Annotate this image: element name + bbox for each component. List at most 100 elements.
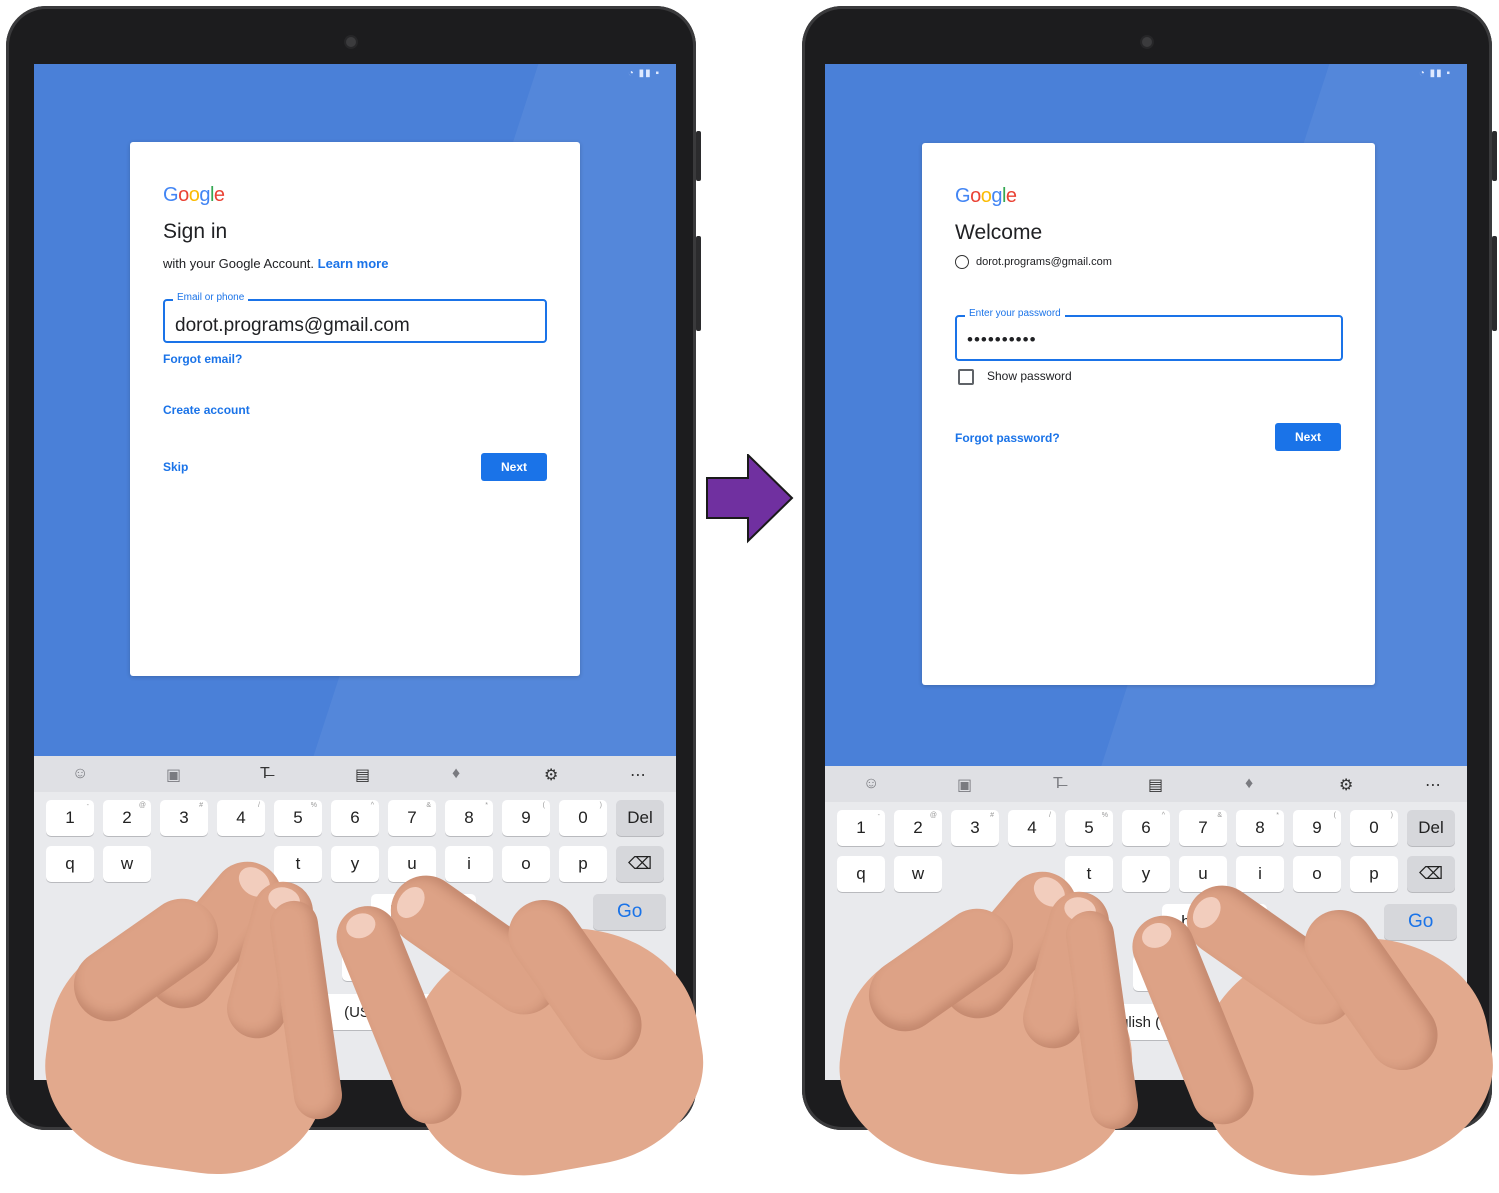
skip-link[interactable]: Skip — [163, 460, 188, 474]
mic-icon[interactable]: ♦ — [1245, 775, 1253, 793]
delete-key[interactable]: Del — [616, 800, 664, 836]
camera-icon — [1142, 37, 1152, 47]
key-3[interactable]: 3 # — [160, 800, 208, 836]
key-w[interactable]: w — [894, 856, 942, 892]
keyboard-toolbar: ☺ ▣ T̶ ▤ ♦ ⚙ ⋯ — [34, 756, 676, 792]
handwriting-icon[interactable]: T̶ — [1053, 775, 1063, 793]
key-7[interactable]: 7 & — [388, 800, 436, 836]
key-hint: ( — [542, 802, 545, 809]
account-chip[interactable]: dorot.programs@gmail.com — [955, 255, 1112, 269]
key-0[interactable]: 0) — [1350, 810, 1398, 846]
forgot-password-link[interactable]: Forgot password? — [955, 431, 1060, 445]
key-t[interactable]: t — [1065, 856, 1113, 892]
key-p[interactable]: p — [559, 846, 607, 882]
subtitle: with your Google Account. Learn more — [163, 256, 388, 271]
keyboard-mode-icon[interactable]: ▤ — [355, 765, 370, 785]
key-i[interactable]: i — [445, 846, 493, 882]
key-6[interactable]: 6 ^ — [1122, 810, 1170, 846]
side-button — [696, 131, 701, 181]
account-email: dorot.programs@gmail.com — [976, 256, 1112, 268]
key-8[interactable]: 8 * — [1236, 810, 1284, 846]
side-button — [1492, 236, 1497, 331]
key-q[interactable]: q — [46, 846, 94, 882]
emoji-icon[interactable]: ☺ — [72, 765, 88, 783]
mic-icon[interactable]: ♦ — [452, 765, 460, 783]
forgot-email-link[interactable]: Forgot email? — [163, 352, 242, 366]
key-hint: # — [990, 812, 994, 819]
create-account-link[interactable]: Create account — [163, 403, 250, 417]
google-logo: Google — [955, 185, 1017, 207]
emoji-icon[interactable]: ☺ — [863, 775, 879, 793]
key-hint: ( — [1333, 812, 1336, 819]
show-password-checkbox[interactable] — [958, 369, 974, 385]
key-2[interactable]: 2 @ — [894, 810, 942, 846]
key-y[interactable]: y — [1122, 856, 1170, 892]
camera-icon — [346, 37, 356, 47]
key-hint: # — [199, 802, 203, 809]
key-q[interactable]: q — [837, 856, 885, 892]
more-icon[interactable]: ⋯ — [630, 765, 646, 785]
password-field[interactable]: Enter your password •••••••••• — [955, 308, 1343, 361]
page-title: Sign in — [163, 220, 228, 243]
status-bar-icons: ◔ ▮▮ ▪ — [1418, 68, 1451, 79]
sticker-icon[interactable]: ▣ — [166, 765, 181, 785]
key-9[interactable]: 9( — [502, 800, 550, 836]
go-button[interactable]: Go — [593, 894, 667, 930]
sticker-icon[interactable]: ▣ — [957, 775, 972, 795]
key-6[interactable]: 6 ^ — [331, 800, 379, 836]
go-button[interactable]: Go — [1384, 904, 1458, 940]
key-hint: - — [877, 812, 880, 819]
key-hint: @ — [929, 812, 937, 819]
key-o[interactable]: o — [502, 846, 550, 882]
email-field-value: dorot.programs@gmail.com — [175, 315, 410, 336]
key-1[interactable]: 1- — [837, 810, 885, 846]
backspace-icon[interactable]: ⌫ — [616, 846, 664, 882]
arrow-right-icon — [706, 454, 794, 544]
password-field-label: Enter your password — [965, 308, 1065, 319]
key-hint: * — [1276, 812, 1279, 819]
email-field[interactable]: Email or phone dorot.programs@gmail.com — [163, 292, 547, 343]
key-hint: * — [485, 802, 488, 809]
key-9[interactable]: 9( — [1293, 810, 1341, 846]
google-logo: Google — [163, 184, 225, 206]
key-w[interactable]: w — [103, 846, 151, 882]
account-circle-icon — [955, 255, 969, 269]
key-4[interactable]: 4/ — [1008, 810, 1056, 846]
key-2[interactable]: 2 @ — [103, 800, 151, 836]
email-field-label: Email or phone — [173, 292, 249, 303]
key-t[interactable]: t — [274, 846, 322, 882]
key-4[interactable]: 4/ — [217, 800, 265, 836]
delete-key[interactable]: Del — [1407, 810, 1455, 846]
key-hint: ) — [599, 802, 602, 809]
more-icon[interactable]: ⋯ — [1425, 775, 1441, 795]
key-0[interactable]: 0) — [559, 800, 607, 836]
key-5[interactable]: 5% — [274, 800, 322, 836]
key-8[interactable]: 8 * — [445, 800, 493, 836]
key-1[interactable]: 1- — [46, 800, 94, 836]
backspace-icon[interactable]: ⌫ — [1407, 856, 1455, 892]
key-hint: % — [310, 802, 317, 809]
key-p[interactable]: p — [1350, 856, 1398, 892]
settings-icon[interactable]: ⚙ — [1339, 775, 1353, 795]
key-o[interactable]: o — [1293, 856, 1341, 892]
side-button — [1492, 131, 1497, 181]
key-5[interactable]: 5% — [1065, 810, 1113, 846]
show-password-label: Show password — [987, 369, 1072, 383]
key-y[interactable]: y — [331, 846, 379, 882]
key-hint: - — [86, 802, 89, 809]
key-hint: / — [1049, 812, 1051, 819]
keyboard-toolbar: ☺ ▣ T̶ ▤ ♦ ⚙ ⋯ — [825, 766, 1467, 802]
next-button[interactable]: Next — [1275, 423, 1341, 451]
settings-icon[interactable]: ⚙ — [544, 765, 558, 785]
key-i[interactable]: i — [1236, 856, 1284, 892]
key-hint: & — [426, 802, 431, 809]
key-7[interactable]: 7 & — [1179, 810, 1227, 846]
learn-more-link[interactable]: Learn more — [318, 256, 389, 271]
key-hint: ) — [1390, 812, 1393, 819]
sign-in-card: Google Sign in with your Google Account.… — [130, 142, 580, 676]
keyboard-mode-icon[interactable]: ▤ — [1148, 775, 1163, 795]
handwriting-icon[interactable]: T̶ — [260, 765, 270, 783]
key-3[interactable]: 3 # — [951, 810, 999, 846]
status-bar-icons: ◔ ▮▮ ▪ — [627, 68, 660, 79]
next-button[interactable]: Next — [481, 453, 547, 481]
